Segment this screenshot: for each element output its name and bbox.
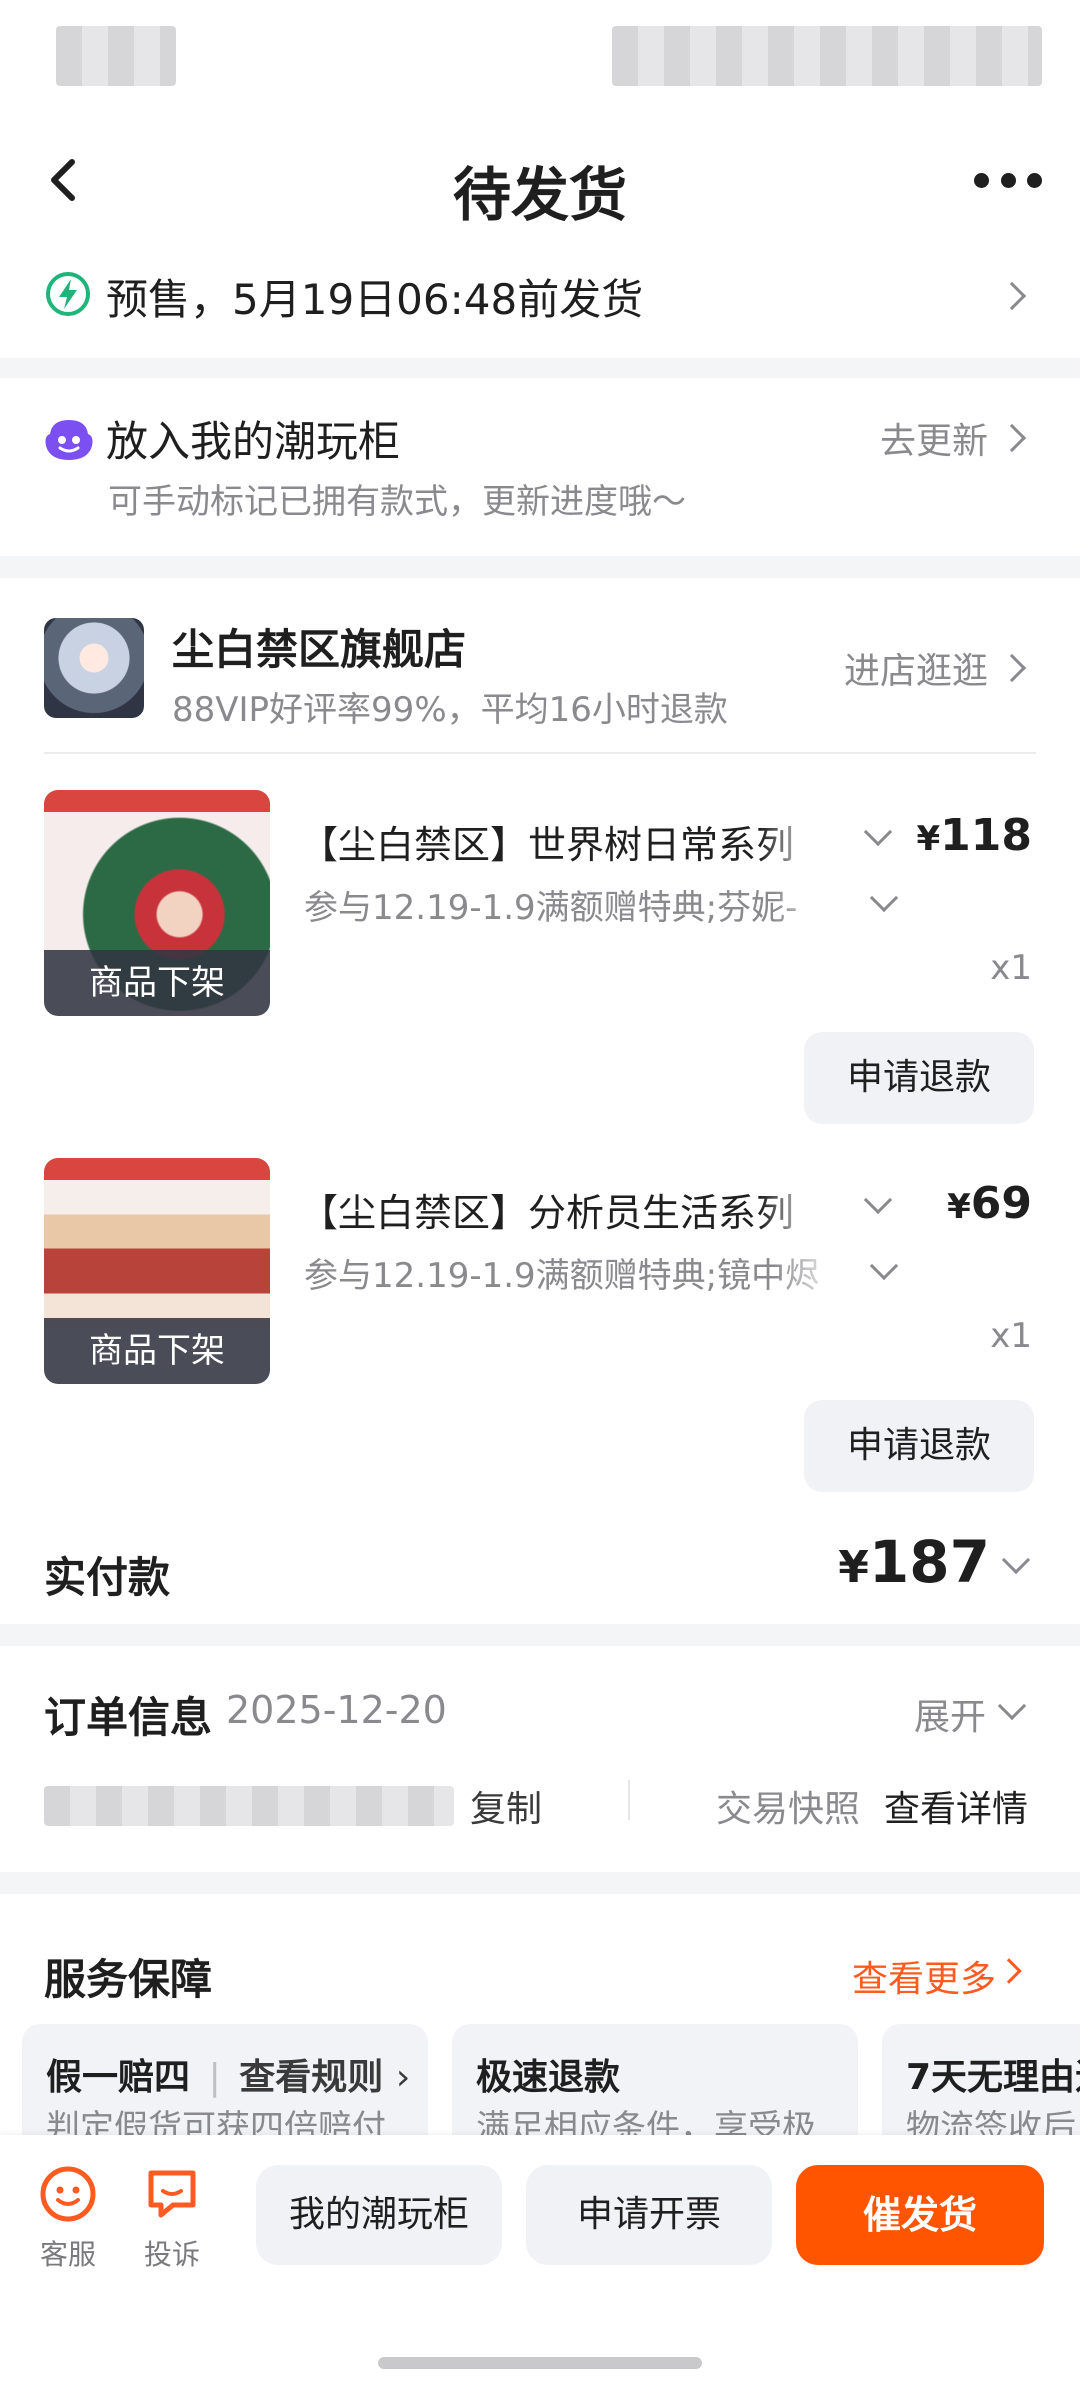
view-rules-link[interactable]: 查看规则 xyxy=(239,2057,383,2098)
product-price: ¥118 xyxy=(916,810,1032,861)
order-info-title: 订单信息 xyxy=(44,1693,213,1742)
product-quantity: x1 xyxy=(990,1316,1032,1356)
status-time-blurred xyxy=(56,26,176,86)
chevron-down-icon[interactable] xyxy=(869,883,899,913)
refund-button[interactable]: 申请退款 xyxy=(804,1032,1034,1124)
divider xyxy=(628,1780,630,1820)
request-invoice-button[interactable]: 申请开票 xyxy=(526,2165,772,2265)
view-details-link[interactable]: 查看详情 xyxy=(884,1780,1028,1832)
chevron-right-icon xyxy=(997,423,1027,453)
product-promo[interactable]: 参与12.19-1.9满额赠特典;镜中烬 xyxy=(304,1248,844,1297)
customer-service-icon xyxy=(40,2166,96,2222)
lightning-icon xyxy=(46,272,90,316)
status-icons-blurred xyxy=(612,26,1042,86)
complaint-icon xyxy=(148,2170,196,2218)
order-date: 2025-12-20 xyxy=(226,1688,447,1732)
customer-service-label: 客服 xyxy=(39,2238,96,2271)
order-number-blurred xyxy=(44,1786,454,1826)
service-item-title: 假一赔四 | 查看规则 › xyxy=(46,2057,411,2098)
service-title: 服务保障 xyxy=(44,1955,213,2004)
product-thumbnail[interactable]: 商品下架 xyxy=(44,1158,270,1384)
visit-store-link[interactable]: 进店逛逛 xyxy=(844,642,988,694)
paid-amount[interactable]: ¥187 xyxy=(838,1528,990,1596)
product-title[interactable]: 【尘白禁区】世界树日常系列 xyxy=(300,814,820,869)
order-info-card: 订单信息 2025-12-20 展开 复制 交易快照 查看详情 xyxy=(0,1646,1080,1872)
see-more-link[interactable]: 查看更多 xyxy=(852,1950,996,2002)
order-items-card: 尘白禁区旗舰店 88VIP好评率99%，平均16小时退款 进店逛逛 商品下架 【… xyxy=(0,578,1080,1624)
paid-label: 实付款 xyxy=(44,1553,171,1602)
chevron-down-icon[interactable] xyxy=(1001,1545,1031,1575)
thumbnail-banner xyxy=(44,1158,270,1180)
product-title[interactable]: 【尘白禁区】分析员生活系列 xyxy=(300,1182,820,1237)
store-avatar[interactable] xyxy=(44,618,144,718)
chevron-right-icon xyxy=(997,653,1027,683)
store-name[interactable]: 尘白禁区旗舰店 xyxy=(172,616,466,677)
cabinet-subtitle: 可手动标记已拥有款式，更新进度哦～ xyxy=(108,482,686,522)
copy-button[interactable]: 复制 xyxy=(470,1780,542,1832)
delisted-badge: 商品下架 xyxy=(44,1318,270,1384)
presale-text: 预售，5月19日06:48前发货 xyxy=(106,275,644,324)
mascot-icon xyxy=(45,420,93,460)
customer-service-button[interactable]: 客服 xyxy=(28,2165,108,2273)
divider xyxy=(44,752,1036,754)
chevron-right-icon xyxy=(997,281,1027,311)
bottom-action-bar: 客服 投诉 我的潮玩柜 申请开票 催发货 xyxy=(0,2135,1080,2387)
thumbnail-banner xyxy=(44,790,270,812)
chevron-down-icon[interactable] xyxy=(997,1691,1027,1721)
chevron-down-icon[interactable] xyxy=(869,1251,899,1281)
chevron-down-icon[interactable] xyxy=(863,1185,893,1215)
product-promo[interactable]: 参与12.19-1.9满额赠特典;芬妮- xyxy=(304,880,844,929)
urge-shipment-button[interactable]: 催发货 xyxy=(796,2165,1044,2265)
snapshot-link[interactable]: 交易快照 xyxy=(716,1780,860,1832)
complaint-button[interactable]: 投诉 xyxy=(132,2165,212,2273)
cabinet-title: 放入我的潮玩柜 xyxy=(106,417,401,466)
service-item-title: 极速退款 xyxy=(476,2057,621,2098)
nav-bar: 待发货 xyxy=(0,120,1080,240)
refund-button[interactable]: 申请退款 xyxy=(804,1400,1034,1492)
page-title: 待发货 xyxy=(452,161,627,229)
more-icon[interactable] xyxy=(974,166,1042,194)
product-price: ¥69 xyxy=(947,1178,1032,1229)
update-link[interactable]: 去更新 xyxy=(880,412,988,464)
delisted-badge: 商品下架 xyxy=(44,950,270,1016)
my-cabinet-button[interactable]: 我的潮玩柜 xyxy=(256,2165,502,2265)
presale-row[interactable]: 预售，5月19日06:48前发货 xyxy=(0,240,1080,358)
product-thumbnail[interactable]: 商品下架 xyxy=(44,790,270,1016)
chevron-right-icon xyxy=(996,1958,1022,1984)
home-indicator[interactable] xyxy=(378,2357,702,2369)
product-quantity: x1 xyxy=(990,948,1032,988)
chevron-down-icon[interactable] xyxy=(863,817,893,847)
expand-link[interactable]: 展开 xyxy=(914,1688,986,1740)
store-subtitle: 88VIP好评率99%，平均16小时退款 xyxy=(172,690,728,730)
complaint-label: 投诉 xyxy=(143,2238,200,2271)
service-item-title: 7天无理由退 xyxy=(906,2057,1080,2098)
status-bar xyxy=(0,0,1080,120)
toy-cabinet-card[interactable]: 放入我的潮玩柜 可手动标记已拥有款式，更新进度哦～ 去更新 xyxy=(0,378,1080,556)
